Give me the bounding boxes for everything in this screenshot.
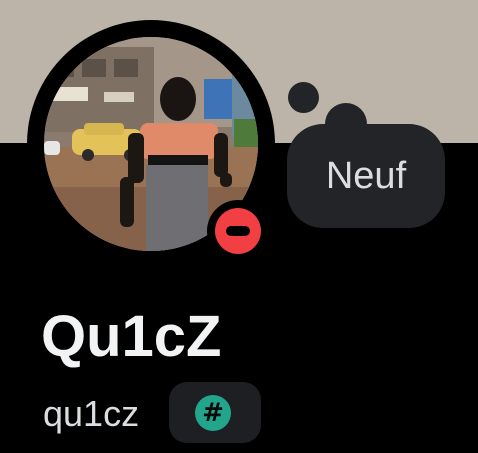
dnd-bar xyxy=(226,226,250,236)
custom-status-bubble[interactable]: Neuf xyxy=(287,124,445,228)
dnd-status-icon xyxy=(215,208,261,254)
display-name: Qu1cZ xyxy=(41,304,222,369)
hash-icon: # xyxy=(195,395,231,431)
thought-bubble-dot-small xyxy=(288,82,319,113)
username: qu1cz xyxy=(43,393,140,434)
profile-badge[interactable]: # xyxy=(169,382,261,443)
custom-status-text: Neuf xyxy=(325,154,407,197)
hash-symbol: # xyxy=(202,398,224,428)
